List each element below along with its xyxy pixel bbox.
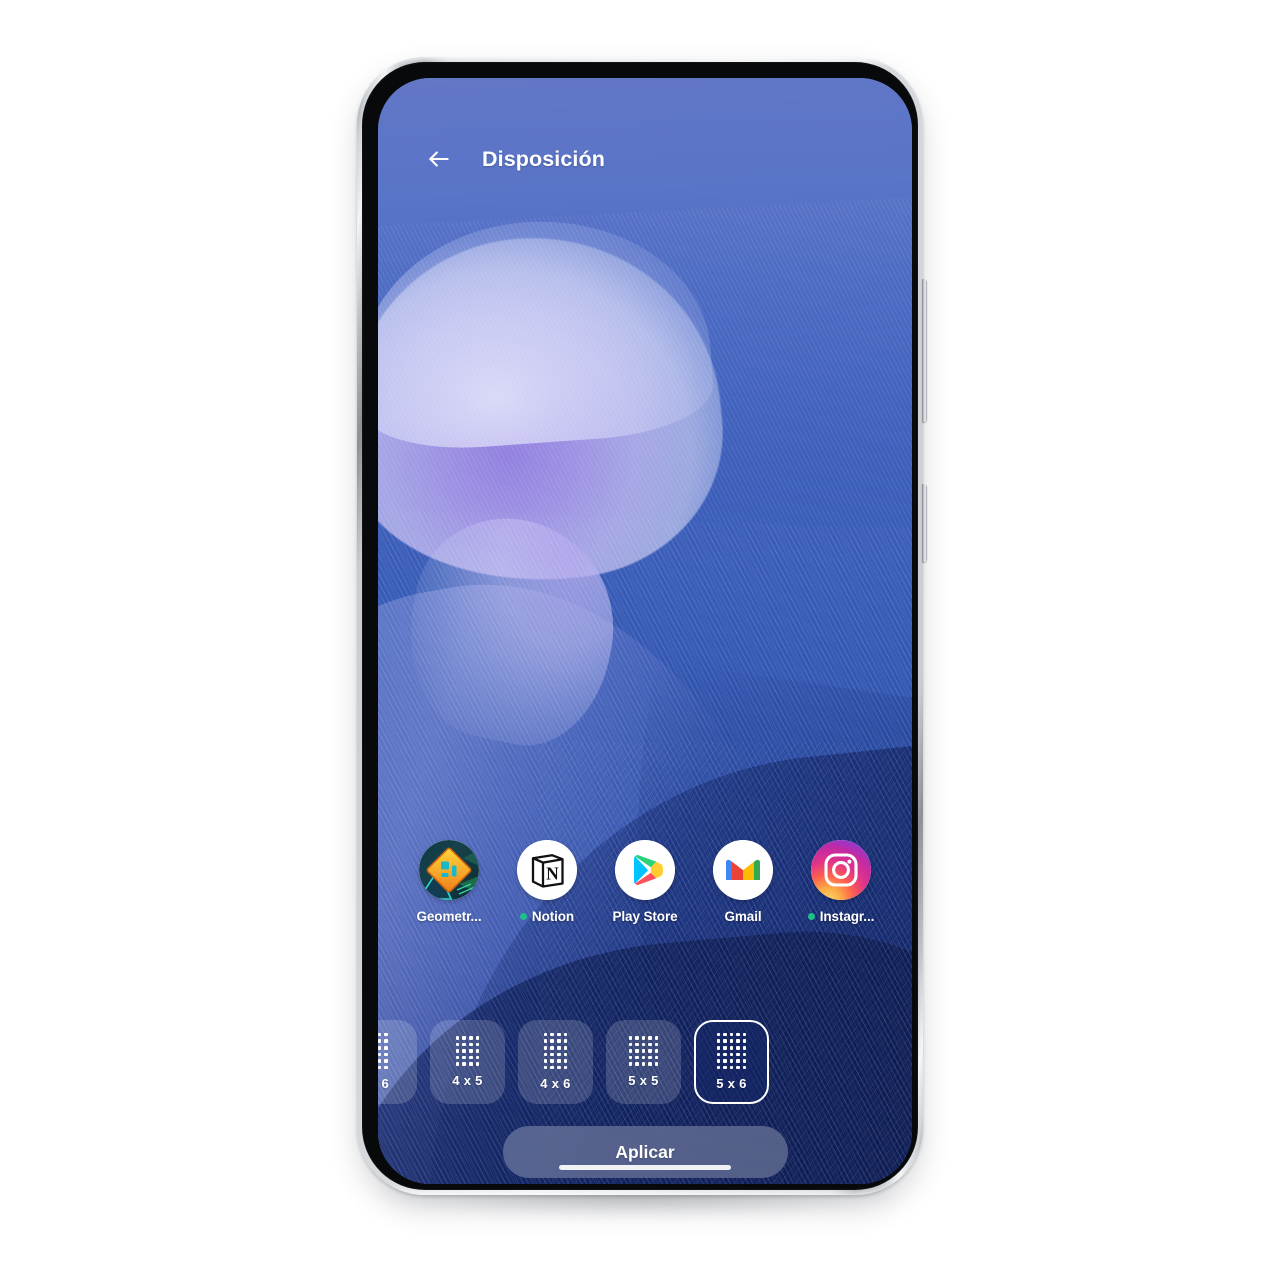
app-label-row: Notion [519, 909, 575, 924]
apply-button[interactable]: Aplicar [502, 1126, 788, 1178]
layout-dot-preview [716, 1032, 747, 1070]
layout-option-label: 5 x 5 [628, 1072, 659, 1088]
app-icon-row: Geometr... N Notion Play Store Gmail Ins… [378, 840, 912, 924]
gmail-icon[interactable] [713, 840, 773, 900]
app-label: Geometr... [416, 909, 482, 924]
wallpaper-line-texture-c [538, 741, 912, 1184]
layout-option-label: 4 x 5 [452, 1072, 483, 1088]
geometry-dash-icon[interactable] [419, 840, 479, 900]
svg-text:N: N [546, 864, 559, 884]
instagram-icon[interactable] [811, 840, 871, 900]
phone-bezel: Disposición Geometr... N Notion Play Sto… [362, 62, 918, 1190]
app-label: Notion [531, 909, 575, 924]
layout-option-label: 4 x 6 [540, 1076, 571, 1092]
phone-device-frame: Disposición Geometr... N Notion Play Sto… [357, 57, 927, 1195]
layout-option-3x6[interactable]: x 6 [378, 1020, 417, 1104]
app-item-geometry-dash[interactable]: Geometr... [407, 840, 491, 924]
home-gesture-bar[interactable] [559, 1165, 731, 1170]
layout-dot-preview [628, 1036, 659, 1066]
layout-dot-preview [455, 1036, 480, 1066]
notion-icon[interactable]: N [517, 840, 577, 900]
layout-option-label: x 6 [378, 1076, 389, 1092]
app-label: Gmail [724, 909, 762, 924]
play-store-icon[interactable] [615, 840, 675, 900]
layout-dot-preview [543, 1032, 568, 1070]
app-label-row: Instagr... [807, 909, 875, 924]
volume-button[interactable] [922, 279, 927, 422]
layout-option-4x6[interactable]: 4 x 6 [518, 1020, 593, 1104]
app-label: Play Store [612, 909, 678, 924]
app-item-notion[interactable]: N Notion [505, 840, 589, 924]
app-item-play-store[interactable]: Play Store [603, 840, 687, 924]
layout-option-label: 5 x 6 [716, 1076, 747, 1092]
layout-option-strip[interactable]: x 6 4 x 5 4 x 6 5 x 5 5 x 6 [378, 1016, 912, 1108]
phone-screen: Disposición Geometr... N Notion Play Sto… [378, 78, 912, 1184]
layout-dot-preview [378, 1032, 388, 1070]
layout-option-4x5[interactable]: 4 x 5 [430, 1020, 505, 1104]
app-item-instagram[interactable]: Instagr... [799, 840, 883, 924]
power-button[interactable] [922, 484, 927, 562]
app-item-gmail[interactable]: Gmail [701, 840, 785, 924]
app-label-row: Play Store [612, 909, 677, 924]
notification-dot-icon [519, 913, 527, 920]
top-app-bar: Disposición [378, 136, 912, 182]
layout-option-5x6[interactable]: 5 x 6 [694, 1020, 769, 1104]
screenshot-stage: Disposición Geometr... N Notion Play Sto… [0, 0, 1280, 1280]
layout-option-5x5[interactable]: 5 x 5 [606, 1020, 681, 1104]
app-label-row: Geometr... [416, 909, 481, 924]
app-label-row: Gmail [724, 909, 761, 924]
notification-dot-icon [807, 913, 815, 920]
apply-button-container: Aplicar [378, 1126, 912, 1178]
page-title: Disposición [482, 146, 605, 171]
arrow-left-icon[interactable] [424, 144, 454, 174]
app-label: Instagr... [819, 909, 875, 924]
